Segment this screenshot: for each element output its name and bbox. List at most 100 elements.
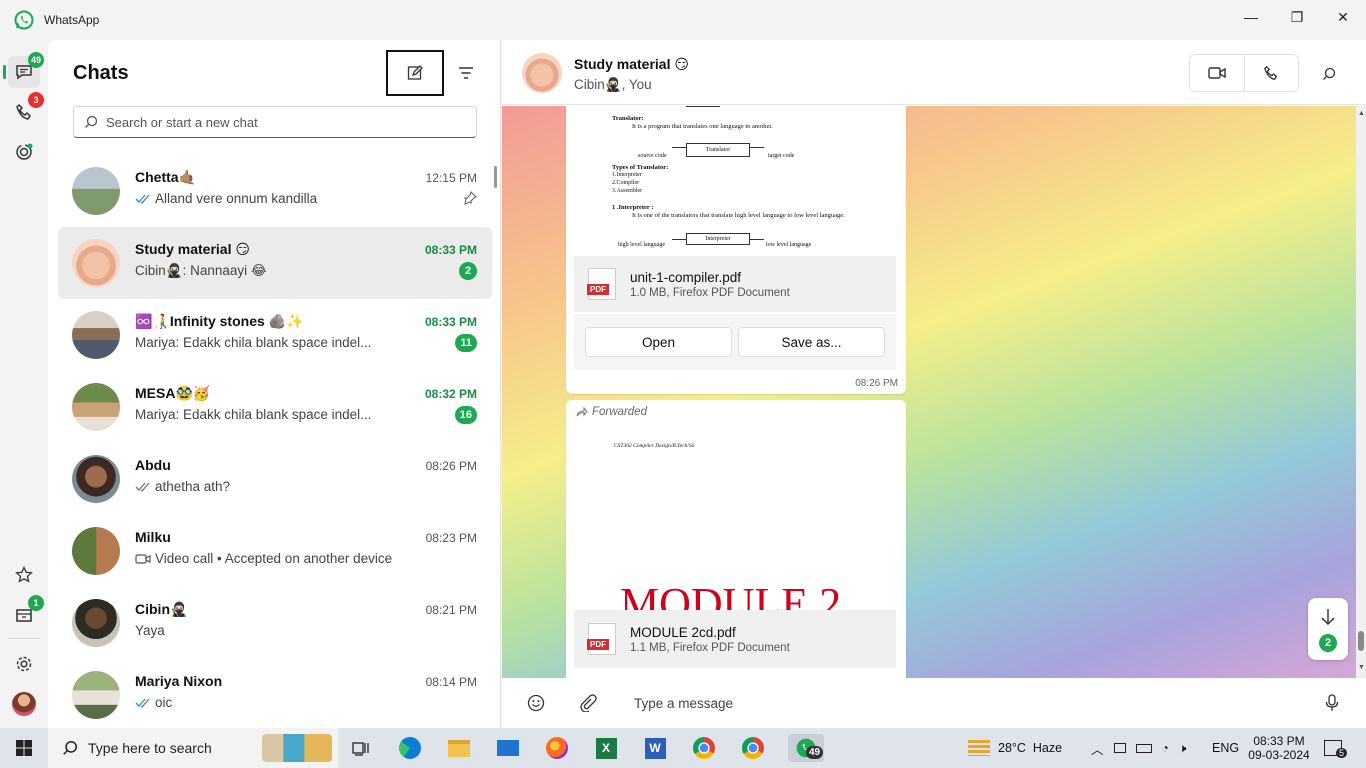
- conversation-header[interactable]: Study material 😏 Cibin🥷🏻, You: [502, 40, 1366, 105]
- chat-item-mariya-nixon[interactable]: Mariya Nixon oic 08:14 PM: [58, 659, 492, 731]
- rail-archived-button[interactable]: 1: [8, 595, 44, 631]
- conversation-search-button[interactable]: [1315, 60, 1343, 88]
- chat-preview: Mariya: Edakk chila blank space indel...: [135, 335, 405, 350]
- whatsapp-app[interactable]: 49: [788, 734, 824, 762]
- clock[interactable]: 08:33 PM 09-03-2024: [1246, 728, 1312, 768]
- search-placeholder: Search or start a new chat: [106, 114, 258, 130]
- chat-preview-text: Video call • Accepted on another device: [155, 551, 393, 566]
- doc-box: Translator: [686, 143, 750, 157]
- chat-name: Study material 😏: [135, 241, 250, 257]
- doc-text: 2.Compiler: [612, 180, 640, 186]
- chat-time: 08:14 PM: [425, 675, 477, 689]
- file-meta: 1.1 MB, Firefox PDF Document: [630, 641, 790, 654]
- avatar: [72, 599, 120, 647]
- pdf-preview-2[interactable]: CST302 Compiler Design/B.Tech/S6 MODULE …: [574, 426, 896, 611]
- chrome-profile-app[interactable]: [739, 734, 767, 762]
- battery-icon[interactable]: [1135, 743, 1152, 753]
- avatar: [72, 671, 120, 719]
- minimize-button[interactable]: —: [1228, 0, 1274, 34]
- doc-text: 1 .Interpreter :: [612, 204, 654, 211]
- microphone-icon[interactable]: [1325, 694, 1339, 712]
- scroll-to-bottom-button[interactable]: 2: [1308, 598, 1348, 660]
- rail-status-button[interactable]: [8, 136, 40, 168]
- attach-icon[interactable]: [579, 694, 597, 712]
- task-view-button[interactable]: [346, 734, 374, 762]
- save-as-button[interactable]: Save as...: [738, 327, 885, 357]
- taskbar-search[interactable]: Type here to search: [48, 728, 338, 768]
- rail-calls-button[interactable]: 3: [8, 92, 44, 128]
- firefox-icon: [546, 737, 568, 759]
- chat-list-scrollbar[interactable]: [494, 166, 497, 188]
- chat-preview-text: Mariya: Edakk chila blank space indel...: [135, 335, 372, 350]
- document-message-1[interactable]: Translator: It is a program that transla…: [566, 106, 906, 394]
- doc-text: target code: [768, 153, 795, 159]
- search-input[interactable]: Search or start a new chat: [73, 106, 477, 138]
- chat-item-study-material[interactable]: Study material 😏 Cibin🥷🏻: Nannaayi 😂 08:…: [58, 227, 492, 299]
- volume-mute-icon[interactable]: 🕨: [1179, 741, 1187, 756]
- chat-item-infinity-stones[interactable]: ♾️🧑‍🦯Infinity stones 🪨✨ Mariya: Edakk ch…: [58, 299, 492, 371]
- doc-text: It is a program that translates one lang…: [632, 123, 773, 130]
- scroll-down-arrow[interactable]: ▼: [1358, 664, 1365, 671]
- chat-wallpaper[interactable]: Translator: It is a program that transla…: [502, 106, 1366, 678]
- new-chat-button[interactable]: [386, 50, 444, 96]
- video-call-button[interactable]: [1190, 55, 1245, 91]
- sent-ticks-icon: [135, 482, 150, 492]
- file-explorer-app[interactable]: [445, 734, 473, 762]
- rail-starred-button[interactable]: [8, 559, 40, 591]
- scroll-up-arrow[interactable]: ▲: [1358, 110, 1365, 117]
- group-avatar[interactable]: [522, 53, 562, 93]
- doc-text: high level language: [618, 242, 665, 248]
- chrome-app[interactable]: [690, 734, 718, 762]
- edge-app[interactable]: [396, 734, 424, 762]
- file-info-1[interactable]: PDF unit-1-compiler.pdf 1.0 MB, Firefox …: [574, 256, 896, 312]
- avatar: [72, 455, 120, 503]
- doc-text: source code: [638, 153, 667, 159]
- emoji-icon[interactable]: [527, 694, 545, 712]
- close-button[interactable]: ✕: [1320, 0, 1366, 34]
- message-input[interactable]: Type a message: [634, 696, 733, 711]
- rail-chats-button[interactable]: 49: [3, 52, 44, 88]
- chat-item-chetta[interactable]: Chetta🤙🏽 Alland vere onnum kandilla 12:1…: [58, 155, 492, 227]
- phone-icon: [1264, 65, 1278, 80]
- language-indicator[interactable]: ENG: [1212, 728, 1239, 768]
- pdf-preview-1[interactable]: Translator: It is a program that transla…: [574, 106, 896, 256]
- filter-button[interactable]: [448, 60, 484, 86]
- chat-item-mesa[interactable]: MESA🥸🥳 Mariya: Edakk chila blank space i…: [58, 371, 492, 443]
- chat-time: 08:26 PM: [425, 459, 477, 473]
- voice-call-button[interactable]: [1245, 55, 1299, 91]
- chat-name: Milku: [135, 529, 171, 545]
- forward-icon: [576, 407, 588, 417]
- doc-text: Types of Translator:: [612, 164, 669, 171]
- word-app[interactable]: W: [641, 734, 669, 762]
- clock-date: 09-03-2024: [1248, 748, 1310, 762]
- chat-item-cibin[interactable]: Cibin🥷🏻 Yaya 08:21 PM: [58, 587, 492, 659]
- rail-profile-button[interactable]: [8, 688, 40, 720]
- weather-widget[interactable]: 28°C Haze: [968, 728, 1062, 768]
- file-name: unit-1-compiler.pdf: [630, 269, 742, 285]
- conversation-scrollbar[interactable]: ▲ ▼: [1356, 106, 1366, 678]
- chat-item-abdu[interactable]: Abdu athetha ath? 08:26 PM: [58, 443, 492, 515]
- mail-app[interactable]: [494, 734, 522, 762]
- chat-item-milku[interactable]: Milku Video call • Accepted on another d…: [58, 515, 492, 587]
- chat-name: Abdu: [135, 457, 171, 473]
- start-button[interactable]: [10, 734, 38, 762]
- scrollbar-thumb[interactable]: [1358, 631, 1364, 651]
- maximize-button[interactable]: ❐: [1274, 0, 1320, 34]
- meet-now-icon[interactable]: [1113, 743, 1126, 753]
- firefox-app[interactable]: [543, 734, 571, 762]
- doc-text: 1.Interpreter: [612, 172, 642, 178]
- open-button[interactable]: Open: [585, 327, 732, 357]
- chat-time: 08:33 PM: [424, 243, 477, 257]
- notification-center-button[interactable]: 5: [1324, 728, 1348, 768]
- excel-app[interactable]: X: [592, 734, 620, 762]
- file-info-2[interactable]: PDF MODULE 2cd.pdf 1.1 MB, Firefox PDF D…: [574, 610, 896, 668]
- task-view-icon: [352, 742, 369, 756]
- avatar: [72, 239, 120, 287]
- rail-settings-button[interactable]: [8, 648, 40, 680]
- chat-preview: oic: [135, 695, 405, 710]
- document-message-2[interactable]: Forwarded CST302 Compiler Design/B.Tech/…: [566, 400, 906, 678]
- wifi-icon[interactable]: ◔: [1162, 741, 1169, 755]
- chevron-up-icon[interactable]: ︿: [1091, 739, 1104, 758]
- word-icon: W: [644, 737, 666, 759]
- chat-name: MESA🥸🥳: [135, 385, 211, 401]
